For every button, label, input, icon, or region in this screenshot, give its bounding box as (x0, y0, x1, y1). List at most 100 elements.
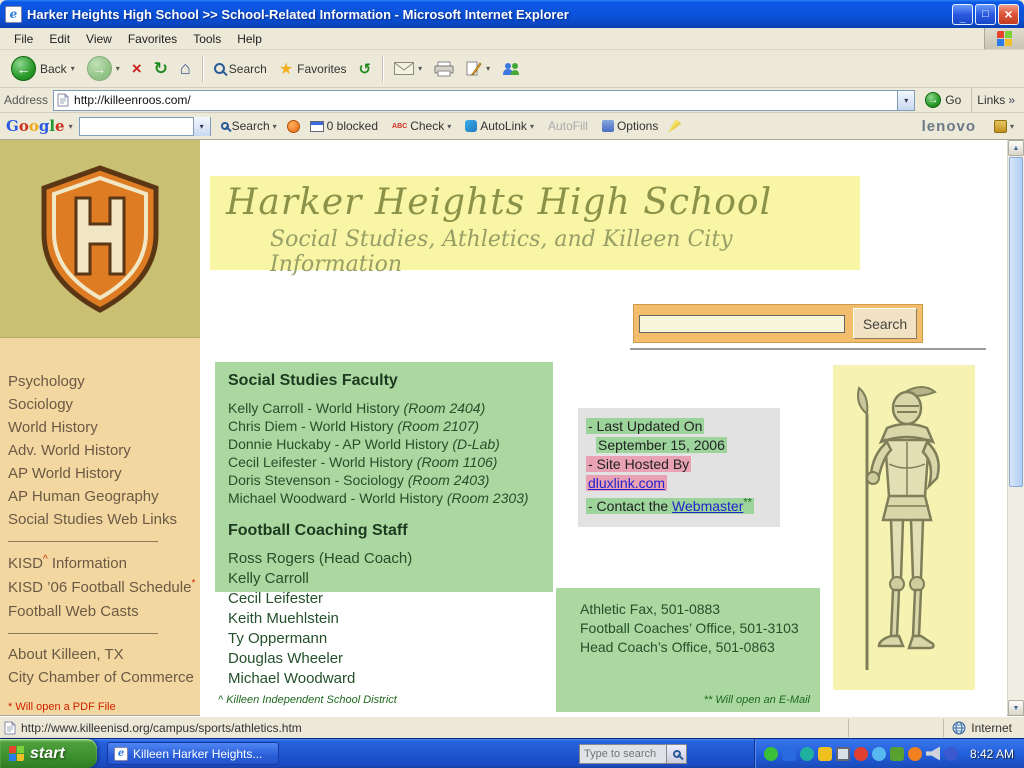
sidebar-link-about-killeen[interactable]: About Killeen, TX (8, 643, 200, 666)
autolink-dropdown-icon[interactable]: ▾ (530, 122, 534, 131)
tray-icon-1[interactable] (764, 747, 778, 761)
menu-view[interactable]: View (78, 30, 120, 48)
site-search-button[interactable]: Search (853, 308, 917, 339)
pagerank-icon[interactable] (287, 120, 300, 133)
mail-button[interactable]: ▾ (389, 60, 427, 77)
autolink-button[interactable]: AutoLink ▾ (461, 117, 538, 135)
stop-button[interactable]: × (127, 57, 147, 81)
scroll-thumb[interactable] (1009, 157, 1023, 487)
window-title: Harker Heights High School >> School-Rel… (27, 7, 947, 22)
scroll-up-button[interactable]: ▲ (1008, 140, 1024, 156)
start-button[interactable]: start (0, 739, 97, 768)
google-logo[interactable]: G o o g l e ▾ (6, 117, 73, 135)
tray-icon-5[interactable] (836, 747, 850, 761)
links-button[interactable]: Links » (971, 88, 1020, 112)
taskbar-search-button[interactable] (667, 744, 687, 764)
scroll-down-button[interactable]: ▼ (1008, 700, 1024, 716)
highlighter-icon[interactable] (668, 120, 681, 133)
title-bar[interactable]: e Harker Heights High School >> School-R… (0, 0, 1024, 28)
history-button[interactable]: ↺ (354, 58, 377, 80)
sidebar-link-sociology[interactable]: Sociology (8, 393, 200, 416)
menu-help[interactable]: Help (229, 30, 270, 48)
minimize-button[interactable]: _ (952, 4, 973, 25)
options-button[interactable]: Options (598, 117, 662, 135)
menu-file[interactable]: File (6, 30, 41, 48)
spellcheck-button[interactable]: ABC Check ▾ (388, 117, 455, 135)
maximize-button[interactable]: □ (975, 4, 996, 25)
browser-viewport: Psychology Sociology World History Adv. … (0, 140, 1024, 716)
back-dropdown-icon[interactable]: ▾ (71, 64, 75, 73)
tray-icon-9[interactable] (908, 747, 922, 761)
taskbar-task-ie[interactable]: e Killeen Harker Heights... (107, 742, 279, 765)
address-label: Address (4, 93, 48, 107)
google-logo-dropdown-icon[interactable]: ▾ (69, 121, 73, 131)
refresh-button[interactable]: ↻ (149, 57, 173, 81)
athletic-fax-line: Athletic Fax, 501-0883 (580, 600, 820, 619)
autolink-label: AutoLink (480, 119, 527, 133)
popup-blocker-button[interactable]: 0 blocked (306, 117, 382, 135)
site-search-input[interactable] (639, 315, 845, 333)
tray-icon-7[interactable] (872, 747, 886, 761)
school-logo (0, 140, 200, 338)
favorites-button[interactable]: ★ Favorites (274, 57, 352, 81)
edit-button[interactable]: ▾ (461, 59, 495, 78)
toolbar-extra-button[interactable]: ▾ (994, 120, 1018, 133)
home-icon: ⌂ (180, 58, 191, 79)
mail-icon (394, 62, 414, 75)
sidebar-link-ap-world-history[interactable]: AP World History (8, 462, 200, 485)
vertical-scrollbar[interactable]: ▲ ▼ (1007, 140, 1024, 716)
menu-edit[interactable]: Edit (41, 30, 78, 48)
google-search-input[interactable]: ▾ (79, 117, 211, 136)
sidebar-link-world-history[interactable]: World History (8, 416, 200, 439)
webmaster-link[interactable]: Webmaster (672, 498, 743, 514)
sidebar-divider (8, 541, 158, 542)
go-label: Go (945, 93, 961, 107)
dluxlink-link[interactable]: dluxlink.com (588, 475, 665, 491)
kisd-footnote: ^ Killeen Independent School District (218, 694, 397, 706)
tray-icon-3[interactable] (800, 747, 814, 761)
tray-volume-icon[interactable] (926, 747, 940, 761)
address-combo[interactable]: ▾ (53, 90, 915, 111)
back-button[interactable]: ← Back ▾ (6, 54, 80, 83)
google-search-dropdown-icon[interactable]: ▾ (273, 122, 277, 131)
google-letter: o (29, 117, 39, 135)
sidebar-link-kisd-information[interactable]: KISD^ Information (8, 551, 200, 575)
messenger-button[interactable] (497, 60, 525, 78)
taskbar-clock: 8:42 AM (970, 747, 1014, 761)
search-button[interactable]: Search (209, 60, 272, 78)
google-search-icon (221, 122, 229, 130)
address-url-input[interactable] (74, 92, 897, 109)
tray-icon-6[interactable] (854, 747, 868, 761)
forward-button[interactable]: → ▾ (82, 54, 125, 83)
go-button[interactable]: → Go (920, 91, 966, 109)
taskbar-search-input[interactable] (579, 744, 667, 764)
sidebar-link-adv-world-history[interactable]: Adv. World History (8, 439, 200, 462)
sidebar-link-football-schedule[interactable]: KISD ’06 Football Schedule* (8, 575, 200, 599)
tray-icon-4[interactable] (818, 747, 832, 761)
google-search-dropdown[interactable]: ▾ (193, 117, 210, 136)
menu-tools[interactable]: Tools (185, 30, 229, 48)
maximize-icon: □ (982, 8, 989, 20)
sidebar-link-web-links[interactable]: Social Studies Web Links (8, 508, 200, 531)
print-button[interactable] (429, 59, 459, 79)
google-search-button[interactable]: Search ▾ (217, 117, 281, 135)
taskbar: start e Killeen Harker Heights... 8:42 A… (0, 738, 1024, 768)
scroll-up-icon: ▲ (1013, 145, 1020, 152)
faculty-section: Social Studies Faculty Kelly Carroll - W… (215, 362, 560, 689)
popup-blocked-count: 0 blocked (327, 119, 378, 133)
spellcheck-dropdown-icon[interactable]: ▾ (447, 122, 451, 131)
sidebar-link-football-webcasts[interactable]: Football Web Casts (8, 599, 200, 623)
edit-dropdown-icon[interactable]: ▾ (486, 64, 490, 73)
close-button[interactable]: × (998, 4, 1019, 25)
menu-favorites[interactable]: Favorites (120, 30, 185, 48)
google-toolbar: G o o g l e ▾ ▾ Search ▾ 0 blocked ABC C… (0, 113, 1024, 140)
mail-dropdown-icon[interactable]: ▾ (418, 64, 422, 73)
address-dropdown-button[interactable]: ▾ (897, 91, 914, 110)
sidebar-link-psychology[interactable]: Psychology (8, 370, 200, 393)
sidebar-link-chamber-of-commerce[interactable]: City Chamber of Commerce (8, 666, 200, 689)
tray-icon-8[interactable] (890, 747, 904, 761)
sidebar-link-ap-human-geography[interactable]: AP Human Geography (8, 485, 200, 508)
home-button[interactable]: ⌂ (175, 56, 196, 81)
tray-icon-2[interactable] (782, 747, 796, 761)
tray-icon-11[interactable] (944, 747, 958, 761)
